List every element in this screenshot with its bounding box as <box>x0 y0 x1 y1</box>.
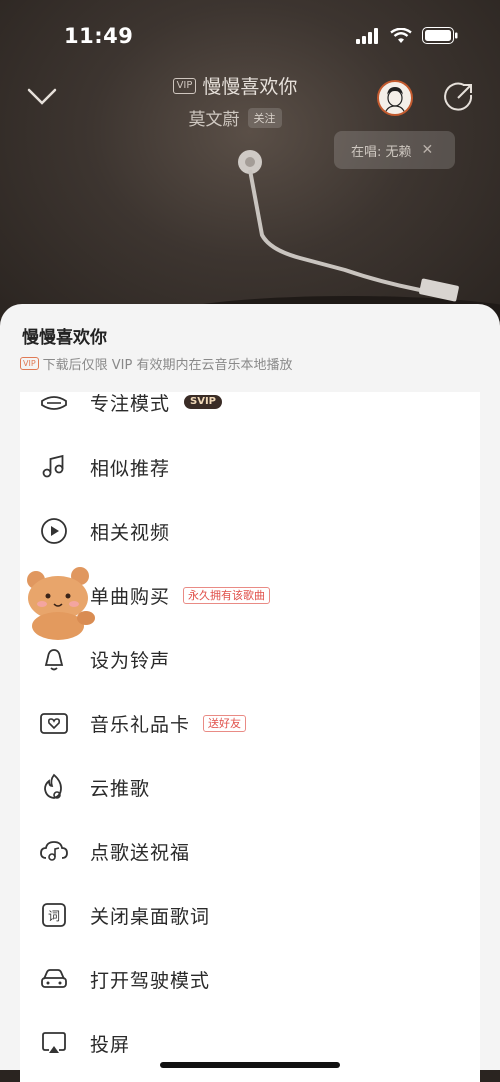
car-mode-icon <box>38 963 70 995</box>
song-header: VIP 慢慢喜欢你 莫文蔚 关注 <box>0 72 500 130</box>
menu-item-label: 投屏 <box>90 1033 131 1056</box>
svip-badge: SVIP <box>184 395 222 409</box>
menu-item-label: 关闭桌面歌词 <box>90 905 211 928</box>
now-singing-label: 在唱: 无赖 <box>351 144 412 160</box>
svg-text:词: 词 <box>48 909 60 923</box>
menu-item-label: 点歌送祝福 <box>90 841 191 864</box>
menu-item-label: 相似推荐 <box>90 457 171 480</box>
menu-item-focus-mode[interactable]: 专注模式 SVIP <box>20 392 480 434</box>
bear-sticker-icon <box>27 567 95 640</box>
menu-item-label: 云推歌 <box>90 777 151 800</box>
gift-card-icon <box>38 707 70 739</box>
send-friend-tag: 送好友 <box>203 714 246 732</box>
cloud-promote-icon <box>38 771 70 803</box>
song-title: 慢慢喜欢你 <box>202 76 298 98</box>
menu-item-cloud-promote[interactable]: 云推歌 <box>20 755 480 819</box>
ringtone-icon <box>38 643 70 675</box>
menu-item-label: 音乐礼品卡 <box>90 713 191 736</box>
vip-tag: VIP <box>172 77 197 94</box>
menu-item-label: 设为铃声 <box>90 649 171 672</box>
menu-item-label: 单曲购买 <box>90 585 171 608</box>
menu-item-desktop-lyrics[interactable]: 词 关闭桌面歌词 <box>20 883 480 947</box>
avatar[interactable] <box>377 80 413 116</box>
avatar-face-icon <box>384 87 406 114</box>
follow-button[interactable]: 关注 <box>247 107 282 128</box>
desktop-lyrics-icon: 词 <box>38 899 70 931</box>
similar-music-icon <box>38 451 70 483</box>
wifi-icon <box>390 27 412 43</box>
menu-item-label: 相关视频 <box>90 521 171 544</box>
sheet-title: 慢慢喜欢你 <box>22 328 107 348</box>
menu-item-gift-card[interactable]: 音乐礼品卡 送好友 <box>20 691 480 755</box>
menu-item-related-video[interactable]: 相关视频 <box>20 499 480 563</box>
song-blessing-icon <box>38 835 70 867</box>
play-video-icon <box>38 515 70 547</box>
menu-list: 专注模式 SVIP 相似推荐 相关视频 单曲购买 永久拥有该歌曲 设为铃声 音乐… <box>20 392 480 1082</box>
home-indicator <box>160 1062 340 1068</box>
now-singing-bubble[interactable]: 在唱: 无赖 ✕ <box>334 131 455 169</box>
signal-icon <box>356 27 378 44</box>
menu-item-similar[interactable]: 相似推荐 <box>20 435 480 499</box>
menu-item-car-mode[interactable]: 打开驾驶模式 <box>20 947 480 1011</box>
download-note: 下载后仅限 VIP 有效期内在云音乐本地播放 <box>42 358 293 373</box>
menu-item-label: 打开驾驶模式 <box>90 969 211 992</box>
vip-tag: VIP <box>20 357 39 370</box>
menu-item-song-blessing[interactable]: 点歌送祝福 <box>20 819 480 883</box>
permanent-own-tag: 永久拥有该歌曲 <box>183 586 270 604</box>
song-menu-sheet: 慢慢喜欢你 VIP 下载后仅限 VIP 有效期内在云音乐本地播放 专注模式 SV… <box>0 304 500 1082</box>
share-icon[interactable] <box>442 80 476 114</box>
screen-cast-icon <box>38 1027 70 1059</box>
artist-name[interactable]: 莫文蔚 <box>189 105 240 130</box>
focus-mode-icon <box>38 392 70 418</box>
close-icon[interactable]: ✕ <box>422 142 434 158</box>
status-bar: 11:49 <box>0 0 500 70</box>
battery-icon <box>422 27 458 44</box>
status-time: 11:49 <box>64 24 134 48</box>
menu-item-label: 专注模式 <box>90 392 171 415</box>
sheet-subtitle: VIP 下载后仅限 VIP 有效期内在云音乐本地播放 <box>20 354 293 373</box>
